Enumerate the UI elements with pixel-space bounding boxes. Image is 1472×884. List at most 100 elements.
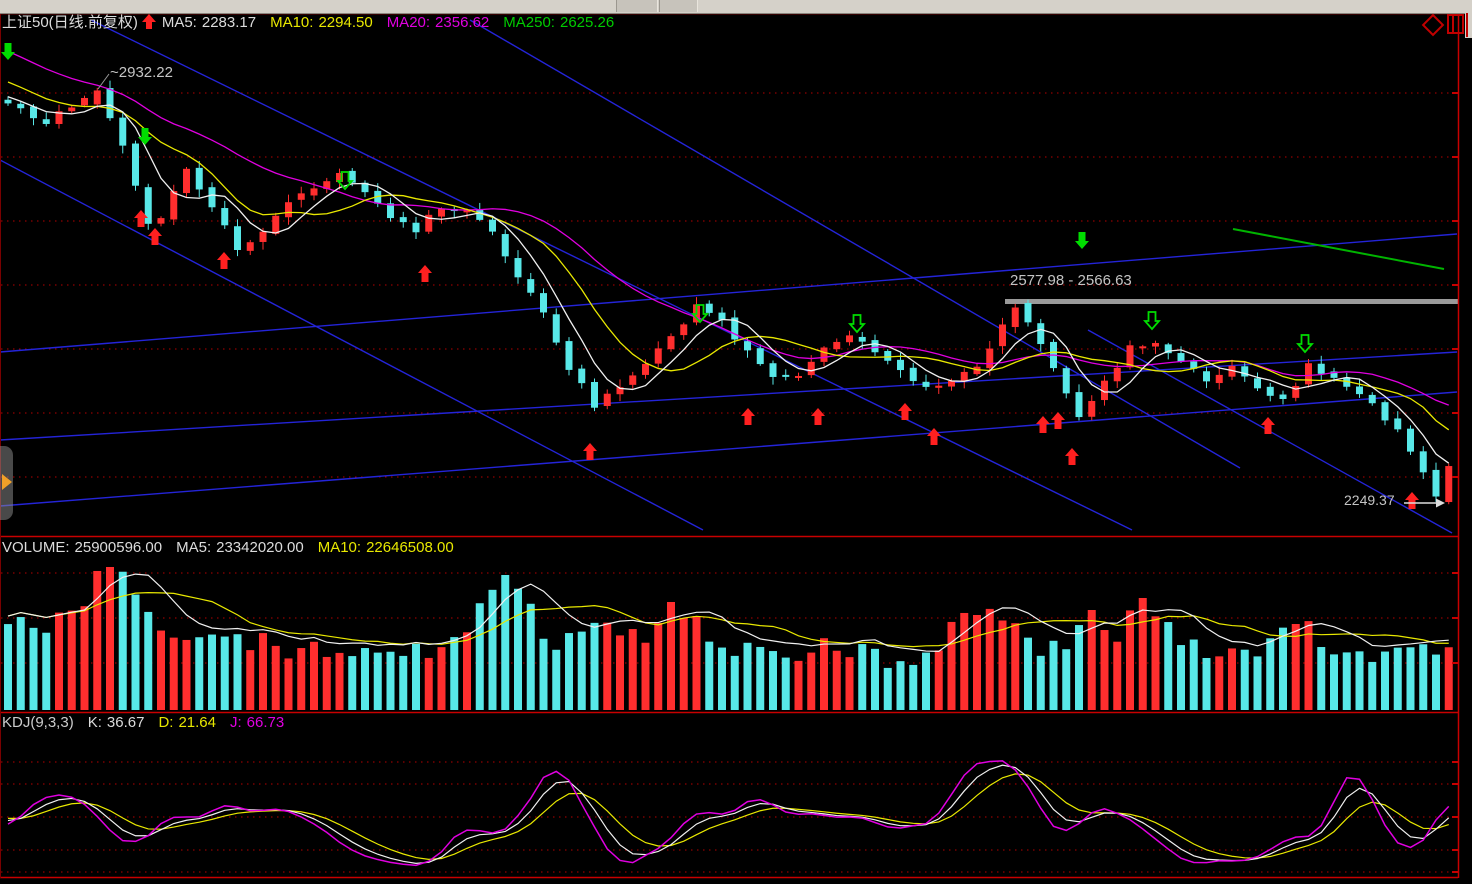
volume-bar: [922, 653, 930, 710]
volume-bar: [744, 643, 752, 710]
volume-bar: [489, 590, 497, 710]
candle-body: [1037, 323, 1044, 344]
volume-bar: [259, 633, 267, 710]
candle-body: [1356, 386, 1363, 394]
volume-bar: [731, 656, 739, 710]
kline-window-icon[interactable]: [1447, 14, 1464, 34]
candle-body: [1433, 470, 1440, 497]
kdj-k-label: K:: [88, 714, 102, 731]
candle-body: [209, 187, 216, 207]
volume-bar: [1190, 640, 1198, 710]
ma10-label: MA10:: [270, 14, 313, 31]
main-chart-header: 上证50(日线.前复权)MA5:2283.17MA10:2294.50MA20:…: [2, 14, 628, 31]
volume-bar: [463, 632, 471, 710]
candle-body: [1088, 401, 1095, 417]
buy-signal-arrow: [1065, 448, 1079, 465]
volume-bar: [68, 611, 76, 710]
candle-body: [808, 362, 815, 375]
candle-body: [961, 372, 968, 381]
candle-body: [846, 335, 853, 342]
trading-terminal-window: 上证50(日线.前复权)MA5:2283.17MA10:2294.50MA20:…: [0, 0, 1472, 884]
volume-bar: [540, 639, 548, 710]
candle-body: [884, 351, 891, 361]
volume-bar: [527, 604, 535, 710]
ma10-readout: MA10: 2294.50: [270, 14, 373, 31]
volume-bar: [820, 638, 828, 710]
candle-body: [132, 144, 139, 186]
volume-bar: [629, 629, 637, 710]
volume-bar: [170, 638, 178, 710]
volume-bar: [960, 613, 968, 710]
candle-body: [1318, 364, 1325, 374]
buy-signal-arrow: [217, 252, 231, 269]
buy-signal-arrow: [418, 265, 432, 282]
volume-bar: [55, 613, 63, 710]
sell-signal-hollow-arrow: [850, 315, 864, 332]
chart-canvas[interactable]: [0, 0, 1472, 884]
sell-signal-arrow: [1075, 232, 1089, 249]
volume-bar: [603, 623, 611, 710]
ma20-line: [8, 51, 1449, 405]
volume-bar: [1037, 656, 1045, 710]
volume-bar: [374, 653, 382, 710]
volume-bar: [1419, 644, 1427, 710]
buy-signal-arrow: [741, 408, 755, 425]
volume-bar: [1126, 610, 1134, 710]
volume-bar: [769, 651, 777, 710]
volume-bar: [1203, 658, 1211, 710]
volume-bar: [425, 658, 433, 710]
candle-body: [68, 108, 75, 112]
volume-bar: [30, 628, 38, 710]
volume-ma5-label: MA5:: [176, 539, 211, 556]
candle-body: [5, 100, 12, 104]
volume-bar: [42, 633, 50, 710]
candle-body: [680, 324, 687, 335]
kdj-k-value: 36.67: [107, 714, 145, 731]
volume-bar: [807, 653, 815, 710]
candle-body: [30, 107, 37, 119]
volume-bar: [846, 657, 854, 710]
candle-body: [566, 341, 573, 370]
volume-bar: [132, 595, 140, 710]
volume-bar: [1113, 642, 1121, 710]
trendline: [0, 392, 1457, 506]
candle-body: [1394, 418, 1401, 429]
volume-ma5-readout: MA5:23342020.00: [176, 539, 304, 556]
trendline: [91, 20, 1132, 530]
candle-body: [221, 208, 228, 225]
volume-bar: [336, 653, 344, 710]
volume-bar: [1011, 623, 1019, 710]
candle-body: [897, 360, 904, 370]
volume-bar: [310, 642, 318, 710]
volume-bar: [361, 648, 369, 710]
sell-signal-arrow: [1, 43, 15, 60]
candle-body: [986, 349, 993, 369]
candle-body: [1178, 353, 1185, 362]
candle-body: [502, 234, 509, 256]
volume-bar: [1075, 625, 1083, 710]
ma250-value: 2625.26: [560, 14, 614, 31]
volume-bar: [680, 618, 688, 710]
volume-bar: [221, 637, 229, 710]
kdj-k-line: [8, 765, 1449, 863]
volume-bar: [642, 643, 650, 710]
candle-body: [1114, 368, 1121, 381]
volume-bar: [795, 661, 803, 710]
volume-bar: [1050, 641, 1058, 710]
volume-bar: [1228, 648, 1236, 710]
volume-bar: [1164, 622, 1172, 710]
volume-bar: [1062, 649, 1070, 710]
volume-bar: [591, 623, 599, 710]
candle-body: [17, 104, 24, 108]
volume-bar: [1317, 647, 1325, 710]
kdj-d-value: 21.64: [178, 714, 216, 731]
candle-body: [1420, 451, 1427, 472]
ma10-value: 2294.50: [318, 14, 372, 31]
low-price-annotation: 2249.37: [1344, 492, 1395, 508]
candle-body: [311, 188, 318, 195]
volume-bar: [119, 572, 127, 710]
volume-bar: [1394, 648, 1402, 710]
candle-body: [1012, 308, 1019, 328]
volume-bar: [1279, 628, 1287, 710]
panel-expand-handle[interactable]: [0, 446, 13, 520]
